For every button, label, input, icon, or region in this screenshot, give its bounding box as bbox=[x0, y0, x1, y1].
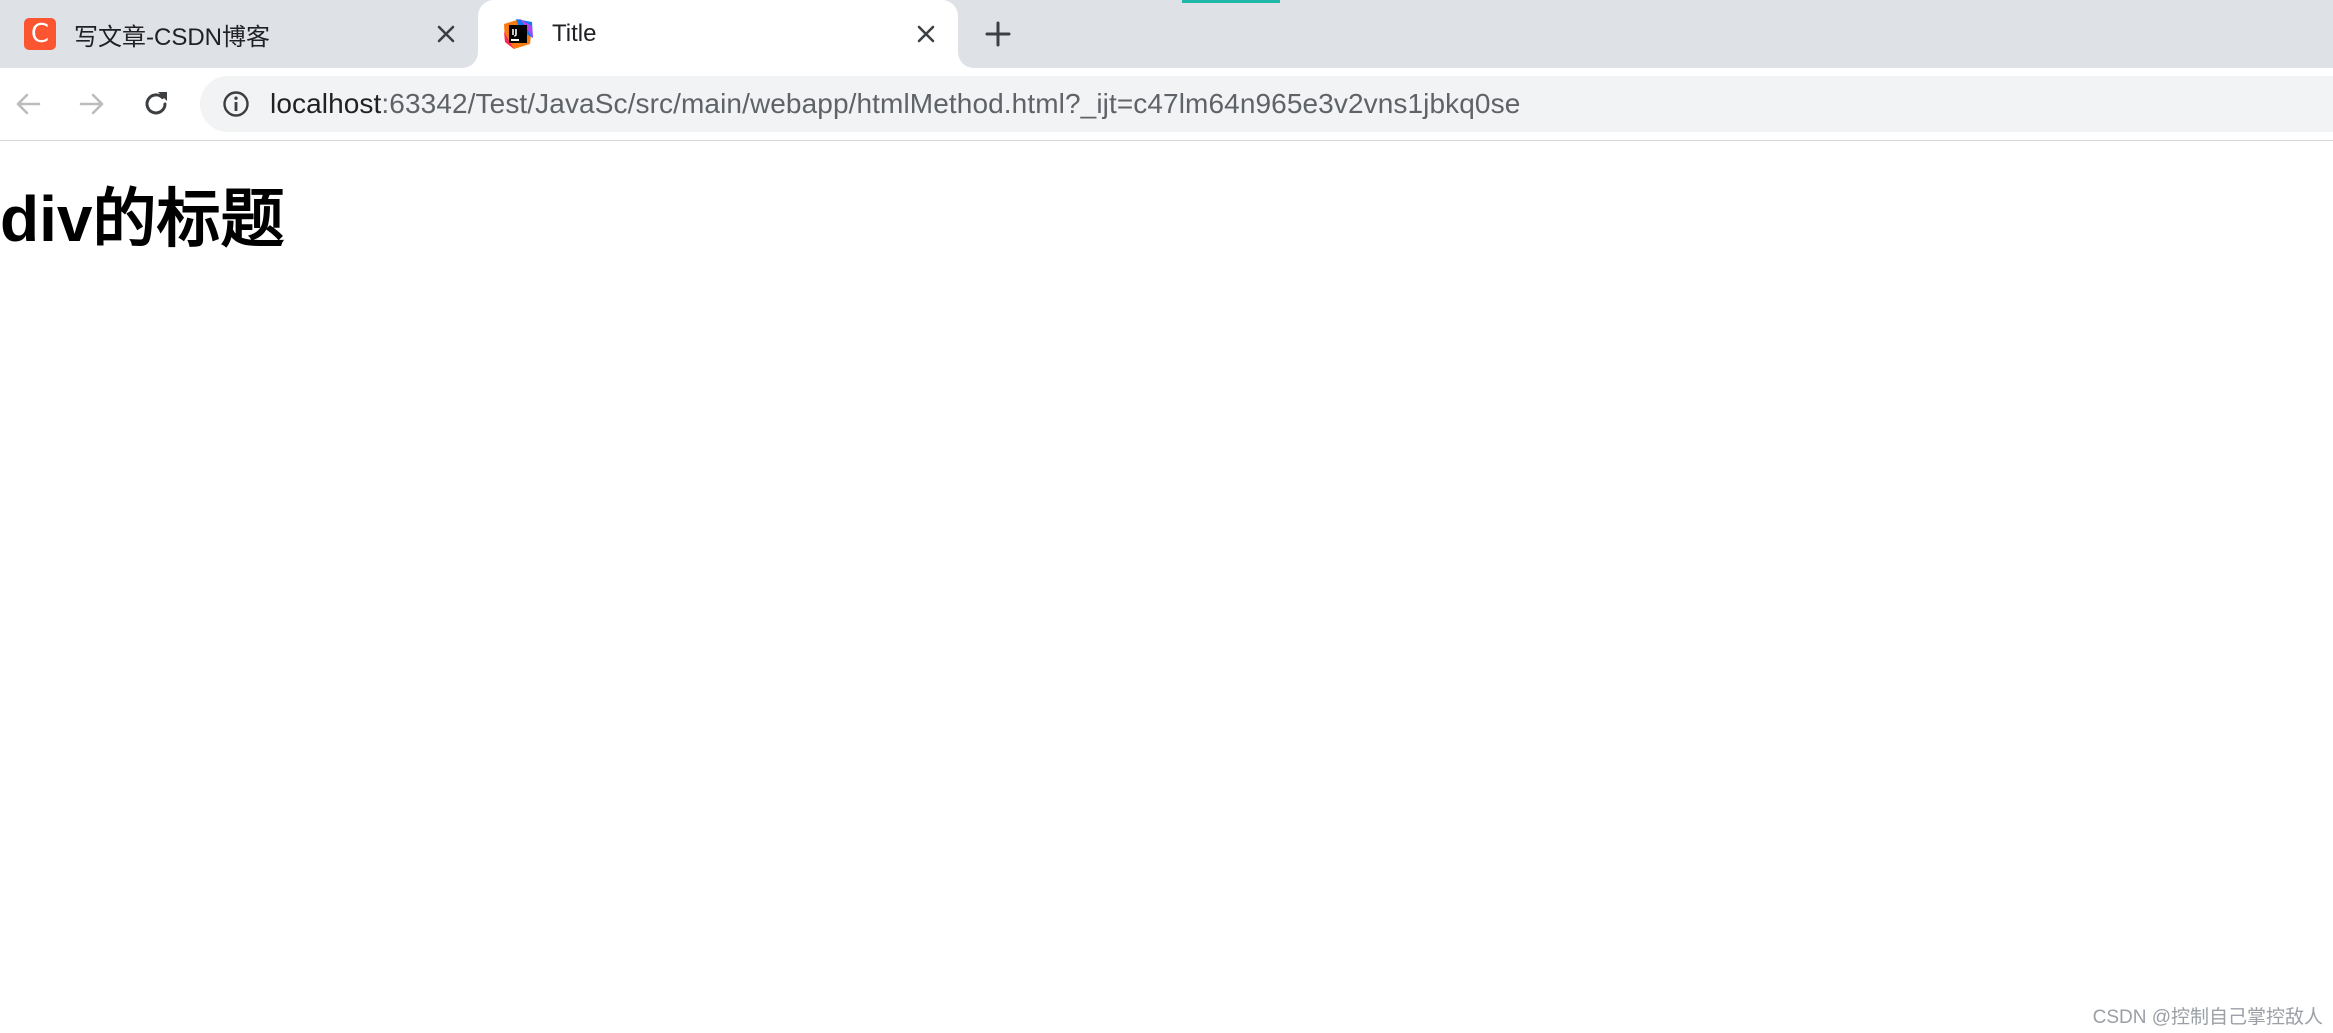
address-bar[interactable]: localhost:63342/Test/JavaSc/src/main/web… bbox=[200, 76, 2333, 132]
url-host: localhost bbox=[270, 88, 382, 119]
url-text[interactable]: localhost:63342/Test/JavaSc/src/main/web… bbox=[270, 88, 1520, 120]
forward-button[interactable] bbox=[74, 86, 110, 122]
close-icon[interactable] bbox=[908, 16, 944, 52]
arrow-right-icon bbox=[79, 93, 104, 115]
plus-icon bbox=[985, 21, 1011, 47]
tab-csdn[interactable]: C 写文章-CSDN博客 bbox=[0, 0, 478, 68]
browser-window: C 写文章-CSDN博客 IJ Title localhost:63342/Te… bbox=[0, 0, 2333, 1033]
csdn-watermark: CSDN @控制自己掌控敌人 bbox=[2092, 1007, 2323, 1028]
url-path: :63342/Test/JavaSc/src/main/webapp/htmlM… bbox=[381, 88, 1521, 119]
info-icon[interactable] bbox=[220, 88, 252, 120]
tab-strip-indicator bbox=[1182, 0, 1280, 3]
close-icon[interactable] bbox=[428, 16, 464, 52]
csdn-logo-icon: C bbox=[24, 18, 56, 50]
tab-title: Title bbox=[552, 20, 597, 47]
page-content: div的标题 CSDN @控制自己掌控敌人 bbox=[0, 141, 2333, 1033]
browser-toolbar: localhost:63342/Test/JavaSc/src/main/web… bbox=[0, 68, 2333, 141]
intellij-idea-logo-icon: IJ bbox=[502, 18, 534, 50]
reload-button[interactable] bbox=[138, 86, 174, 122]
tab-strip: C 写文章-CSDN博客 IJ Title bbox=[0, 0, 2333, 68]
tab-title: 写文章-CSDN博客 bbox=[74, 23, 270, 51]
new-tab-button[interactable] bbox=[980, 16, 1016, 52]
arrow-left-icon bbox=[16, 93, 41, 115]
tab-title-page[interactable]: IJ Title bbox=[478, 0, 958, 68]
svg-text:IJ: IJ bbox=[512, 28, 518, 37]
page-heading: div的标题 bbox=[0, 183, 285, 255]
back-button[interactable] bbox=[10, 86, 46, 122]
reload-icon bbox=[145, 92, 167, 115]
